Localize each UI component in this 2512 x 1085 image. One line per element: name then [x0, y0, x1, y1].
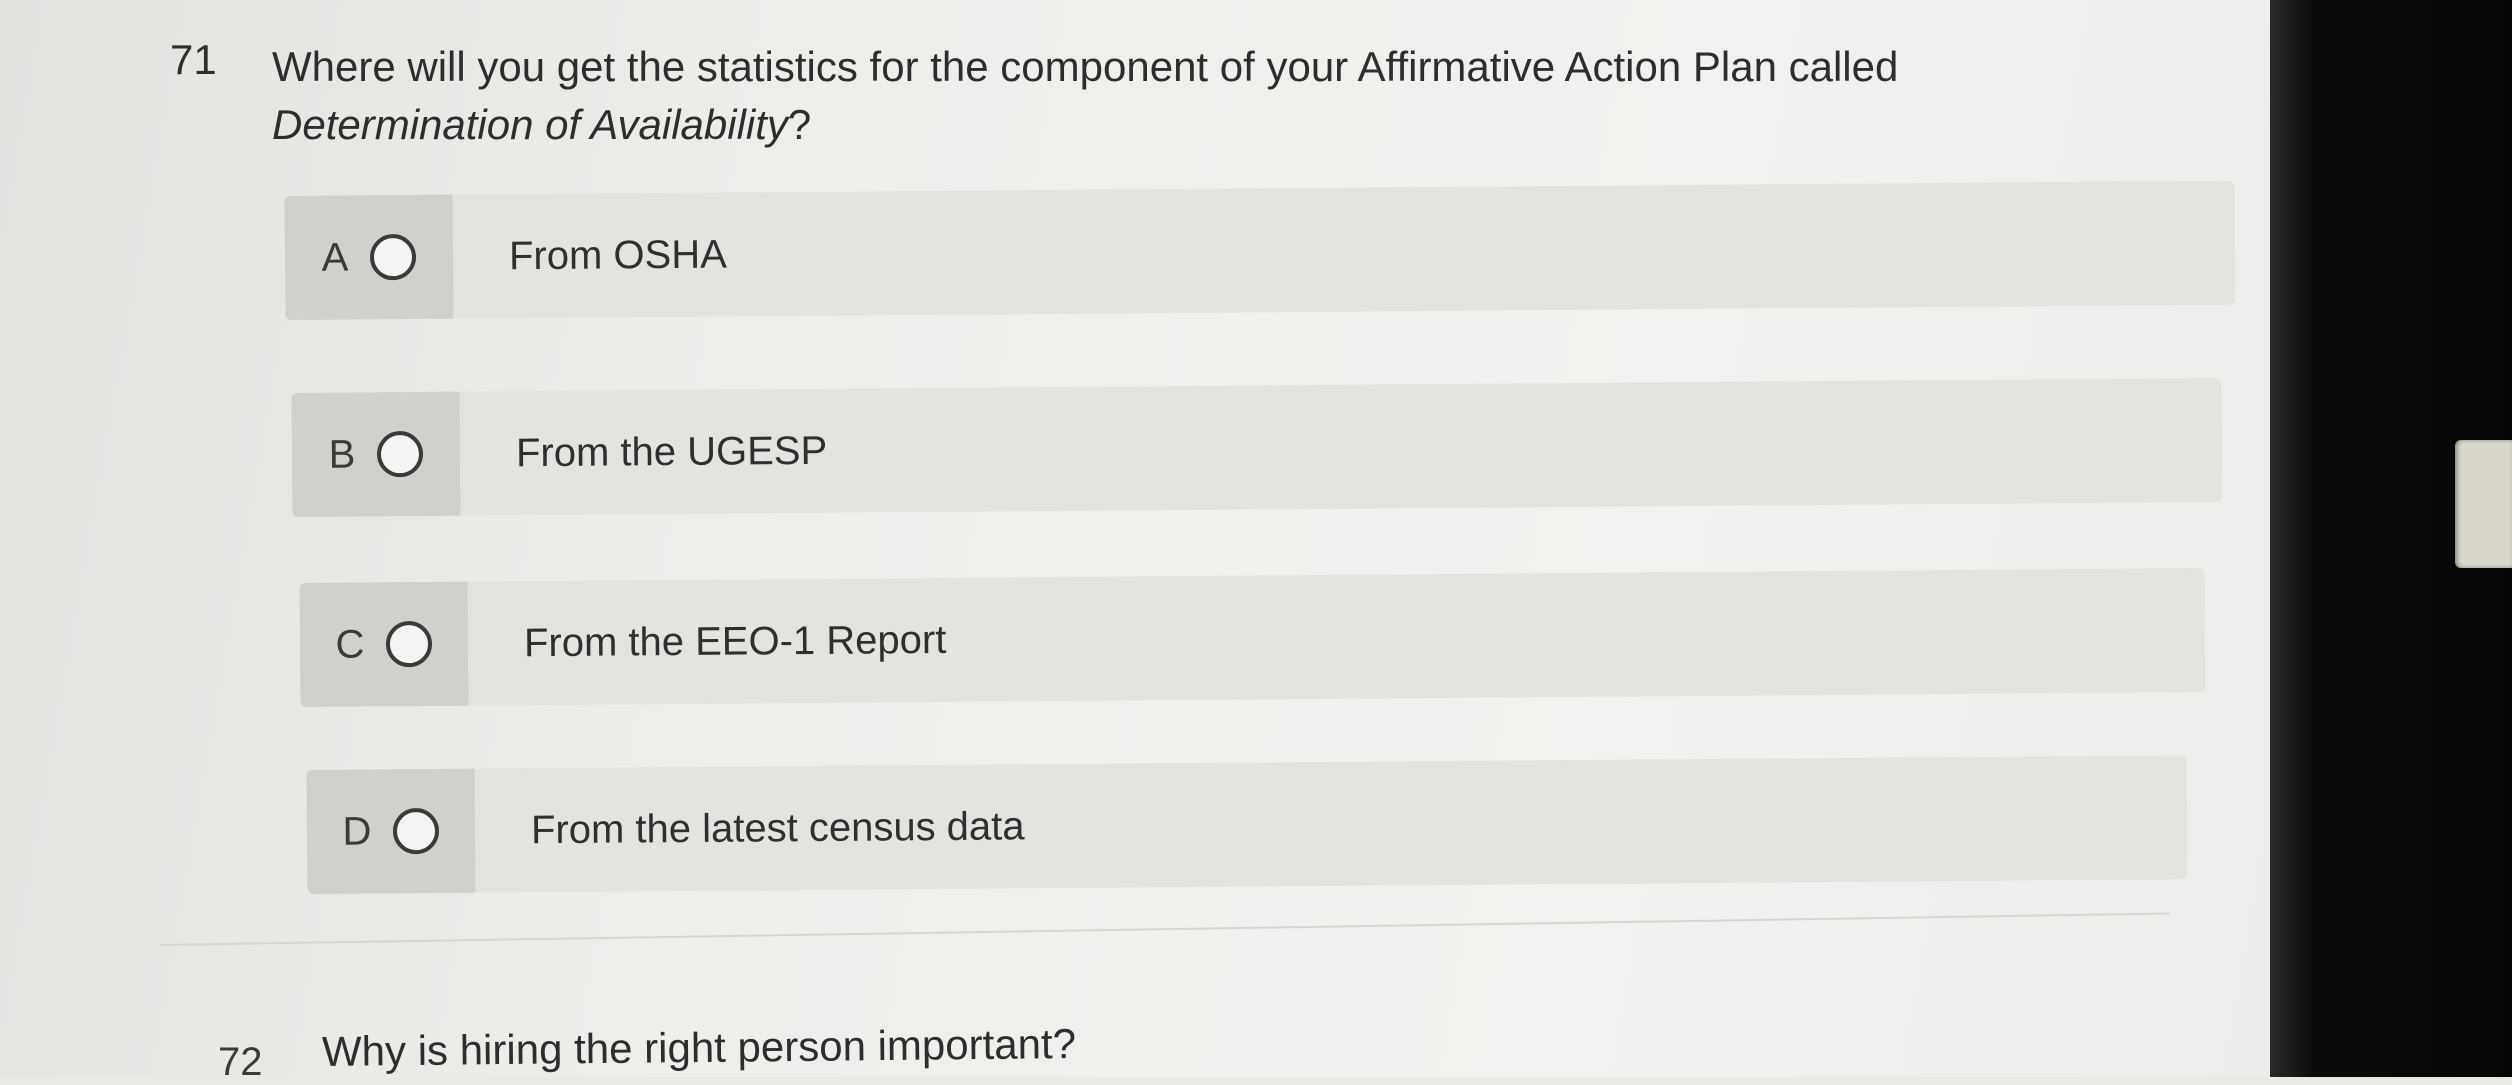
- bezel-edge: [2455, 440, 2512, 568]
- answer-option-a-badge[interactable]: A: [284, 194, 454, 320]
- answer-option-d-text[interactable]: From the latest census data: [475, 755, 2188, 892]
- answer-option-a-letter: A: [321, 235, 349, 280]
- answer-option-b-text[interactable]: From the UGESP: [460, 378, 2223, 516]
- next-question-number: 72: [218, 1040, 263, 1084]
- answer-option-c[interactable]: C From the EEO-1 Report: [299, 568, 2206, 707]
- answer-option-c-text[interactable]: From the EEO-1 Report: [468, 568, 2206, 706]
- answer-option-b-radio[interactable]: [377, 430, 424, 478]
- answer-option-d-letter: D: [342, 808, 372, 854]
- next-question-text: Why is hiring the right person important…: [321, 1020, 1077, 1075]
- question-number: 71: [170, 36, 217, 83]
- answer-option-c-radio[interactable]: [386, 620, 433, 668]
- answer-option-c-letter: C: [335, 621, 365, 667]
- answer-option-d-badge[interactable]: D: [306, 768, 476, 894]
- answer-option-a-text[interactable]: From OSHA: [453, 181, 2236, 319]
- quiz-screen: 71 Where will you get the statistics for…: [0, 0, 2300, 1084]
- question-divider: [159, 912, 2170, 946]
- answer-option-d-radio[interactable]: [393, 807, 440, 855]
- answer-option-b-badge[interactable]: B: [291, 391, 461, 517]
- question-text: Where will you get the statistics for th…: [272, 38, 2172, 154]
- answer-option-d[interactable]: D From the latest census data: [306, 755, 2188, 894]
- answer-option-b-letter: B: [328, 432, 356, 477]
- question-text-main: Where will you get the statistics for th…: [272, 43, 1899, 90]
- answer-option-a[interactable]: A From OSHA: [284, 180, 2236, 320]
- answer-option-c-badge[interactable]: C: [299, 581, 469, 707]
- question-text-emphasis: Determination of Availability: [272, 101, 788, 148]
- answer-option-b[interactable]: B From the UGESP: [291, 377, 2223, 517]
- question-text-end: ?: [787, 101, 812, 148]
- answer-option-a-radio[interactable]: [370, 233, 417, 281]
